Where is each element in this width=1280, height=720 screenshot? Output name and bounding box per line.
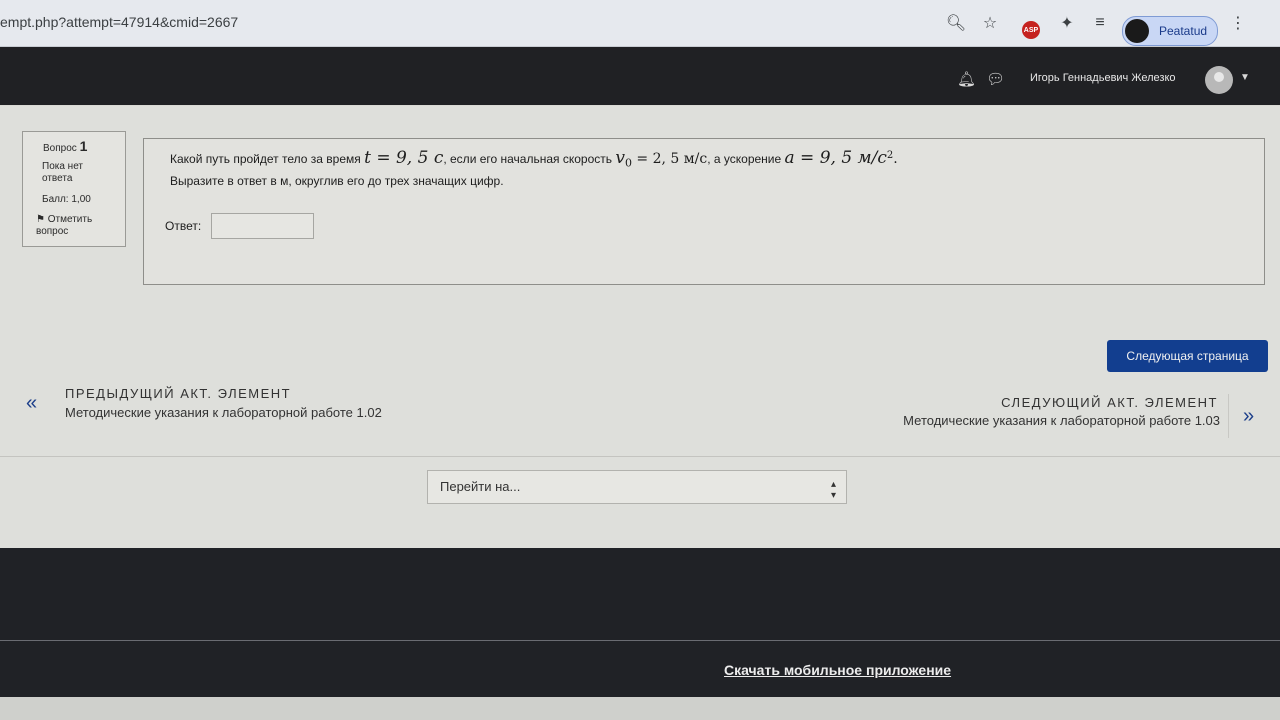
bottom-edge [0,697,1280,720]
question-text-part3: , а ускорение [707,152,785,166]
answer-input[interactable] [211,213,314,239]
next-activity-arrow-icon[interactable]: » [1243,405,1254,428]
profile-button[interactable]: Peatatud [1122,16,1218,46]
address-bar-url[interactable]: empt.php?attempt=47914&cmid=2667 [0,14,238,30]
velocity-value: = 2, 5 м/с [631,151,708,167]
answer-label: Ответ: [165,219,202,233]
question-score: Балл: 1,00 [42,194,91,205]
previous-activity-heading[interactable]: ПРЕДЫДУЩИЙ АКТ. ЭЛЕМЕНТ [65,386,291,401]
user-name[interactable]: Игорь Геннадьевич Железко [1030,72,1176,84]
messages-chat-icon[interactable]: 💬︎ [986,70,1005,88]
question-text-part2: , если его начальная скорость [443,152,616,166]
footer-divider [0,640,1280,641]
previous-activity-link[interactable]: Методические указания к лабораторной раб… [65,405,382,420]
time-formula: t = 9, 5 с [364,148,444,168]
site-footer [0,548,1280,720]
jump-to-select[interactable]: Перейти на... ▴ ▾ [427,470,847,504]
bookmark-star-icon[interactable]: ☆ [980,13,1000,33]
user-menu-caret-icon[interactable]: ▼ [1240,72,1250,83]
next-activity-heading[interactable]: СЛЕДУЮЩИЙ АКТ. ЭЛЕМЕНТ [1001,395,1218,410]
acceleration-formula: a = 9, 5 м/с [784,148,887,168]
question-number: Вопрос 1 [43,138,87,154]
extensions-puzzle-icon[interactable]: ✦ [1057,13,1077,33]
question-label: Вопрос [43,143,77,154]
user-avatar[interactable] [1205,66,1233,94]
flag-question-label: Отметить вопрос [36,214,93,237]
velocity-symbol: v [615,148,625,168]
zoom-icon[interactable]: 🔍︎ [946,13,966,33]
question-status: Пока нет ответа [42,161,84,184]
media-queue-icon[interactable]: ≡ [1090,13,1110,33]
next-activity-link[interactable]: Методические указания к лабораторной раб… [903,413,1220,428]
question-instruction: Выразите в ответ в м, округлив его до тр… [170,174,504,188]
select-caret-icon: ▴ ▾ [830,479,836,501]
flag-icon: ⚑ [36,214,45,225]
question-text-end: . [893,151,898,167]
next-page-button[interactable]: Следующая страница [1107,340,1268,372]
velocity-subscript: 0 [624,156,632,170]
profile-avatar [1125,19,1149,43]
previous-activity-arrow-icon[interactable]: « [26,392,37,415]
profile-label: Peatatud [1159,24,1208,38]
question-number-value: 1 [79,138,88,154]
adblock-label: ASP [1023,26,1039,34]
notifications-bell-icon[interactable]: 🔔︎ [957,70,976,88]
flag-question-link[interactable]: ⚑ Отметить вопрос [36,214,116,238]
jump-to-selected-value: Перейти на... [440,479,521,494]
mobile-app-link[interactable]: Скачать мобильное приложение [724,662,951,678]
question-text: Какой путь пройдет тело за время t = 9, … [170,148,898,169]
adblock-extension-icon[interactable]: ASP [1022,21,1040,39]
browser-menu-icon[interactable]: ⋮ [1228,13,1248,33]
question-text-part1: Какой путь пройдет тело за время [170,152,365,166]
